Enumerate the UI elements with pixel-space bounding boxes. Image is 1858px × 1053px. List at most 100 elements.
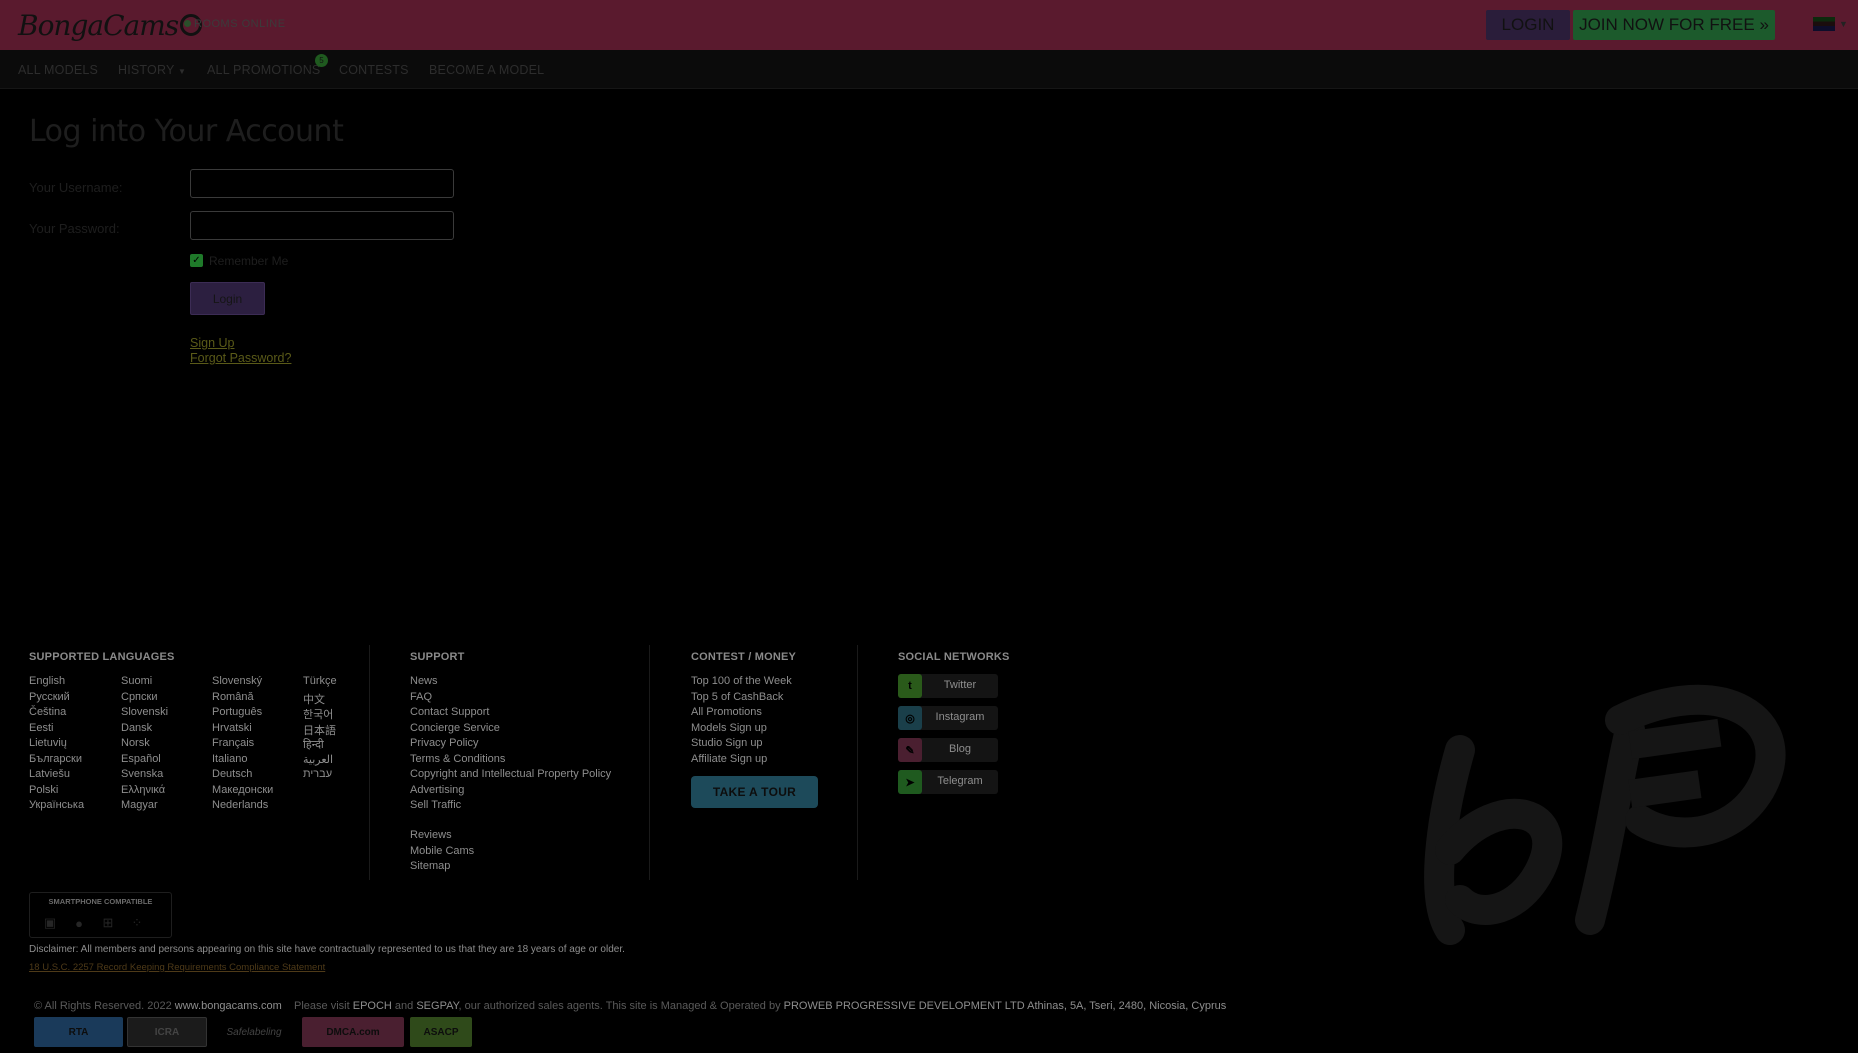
language-link[interactable]: Русский — [29, 691, 70, 703]
language-link[interactable]: Svenska — [121, 768, 163, 780]
rta-badge[interactable]: RTA — [34, 1017, 123, 1047]
dmca-badge[interactable]: DMCA.com — [302, 1017, 404, 1047]
language-link[interactable]: Slovenský — [212, 675, 262, 687]
contest-link[interactable]: Top 5 of CashBack — [691, 691, 783, 703]
blackberry-icon: ⁘ — [131, 915, 143, 930]
agents-text: , our authorized sales agents. This site… — [458, 1000, 781, 1012]
support-link[interactable]: Concierge Service — [410, 722, 500, 734]
password-label: Your Password: — [29, 221, 120, 236]
password-input[interactable] — [190, 211, 454, 240]
language-link[interactable]: Slovenski — [121, 706, 168, 718]
language-link[interactable]: Српски — [121, 691, 157, 703]
support-link[interactable]: Mobile Cams — [410, 845, 474, 857]
support-link[interactable]: Terms & Conditions — [410, 753, 505, 765]
language-link[interactable]: Lietuvių — [29, 737, 67, 749]
support-link[interactable]: Reviews — [410, 829, 452, 841]
username-input[interactable] — [190, 169, 454, 198]
language-link[interactable]: Čeština — [29, 706, 66, 718]
icra-badge[interactable]: ICRA — [127, 1017, 207, 1047]
support-link[interactable]: Contact Support — [410, 706, 490, 718]
nav-all-models[interactable]: ALL MODELS — [18, 63, 98, 77]
promotions-count-badge: 5 — [315, 54, 328, 67]
nav-history-label: HISTORY — [118, 63, 175, 77]
rooms-online-label: ROOMS ONLINE — [194, 18, 286, 30]
language-link[interactable]: Türkçe — [303, 675, 337, 687]
social-label: Blog — [948, 743, 972, 755]
social-instagram-button[interactable]: ◎ Instagram — [898, 706, 998, 730]
domain-link[interactable]: www.bongacams.com — [175, 1000, 282, 1012]
compliance-link[interactable]: 18 U.S.C. 2257 Record Keeping Requiremen… — [29, 962, 325, 973]
language-link[interactable]: Eesti — [29, 722, 53, 734]
language-link[interactable]: Suomi — [121, 675, 152, 687]
age-disclaimer: Disclaimer: All members and persons appe… — [29, 944, 625, 955]
social-telegram-button[interactable]: ➤ Telegram — [898, 770, 998, 794]
language-link[interactable]: 中文 — [303, 691, 325, 707]
contest-link[interactable]: All Promotions — [691, 706, 762, 718]
language-link[interactable]: Deutsch — [212, 768, 252, 780]
contest-link[interactable]: Top 100 of the Week — [691, 675, 792, 687]
language-link[interactable]: Română — [212, 691, 254, 703]
language-link[interactable]: हिन्दी — [303, 737, 324, 752]
remember-me-label[interactable]: Remember Me — [209, 254, 288, 268]
nav-become-model[interactable]: BECOME A MODEL — [429, 63, 544, 77]
language-link[interactable]: 日本語 — [303, 722, 336, 738]
support-link[interactable]: Sitemap — [410, 860, 450, 872]
language-link[interactable]: Dansk — [121, 722, 152, 734]
remember-me-checkbox[interactable]: ✓ — [190, 254, 203, 267]
support-link[interactable]: Copyright and Intellectual Property Poli… — [410, 768, 611, 780]
language-link[interactable]: Español — [121, 753, 161, 765]
language-link[interactable]: Македонски — [212, 784, 273, 796]
language-link[interactable]: Magyar — [121, 799, 158, 811]
language-link[interactable]: Polski — [29, 784, 58, 796]
divider — [857, 645, 858, 880]
language-link[interactable]: 한국어 — [303, 706, 333, 722]
site-logo[interactable]: BongaCams — [18, 7, 203, 43]
contest-link[interactable]: Affiliate Sign up — [691, 753, 767, 765]
chevron-down-icon: ▼ — [177, 67, 187, 76]
login-submit-button[interactable]: Login — [190, 282, 265, 315]
social-blog-button[interactable]: ✎ Blog — [898, 738, 998, 762]
divider — [369, 645, 370, 880]
nav-history[interactable]: HISTORY ▼ — [118, 63, 186, 77]
language-link[interactable]: Українська — [29, 799, 84, 811]
social-label: Twitter — [943, 679, 977, 691]
language-link[interactable]: English — [29, 675, 65, 687]
language-link[interactable]: Norsk — [121, 737, 150, 749]
safelabeling-badge[interactable]: Safelabeling — [212, 1017, 296, 1047]
main-nav: ALL MODELS HISTORY ▼ ALL PROMOTIONS CONT… — [0, 50, 1858, 89]
language-link[interactable]: Nederlands — [212, 799, 268, 811]
language-flag-icon[interactable] — [1813, 17, 1835, 31]
language-link[interactable]: Hrvatski — [212, 722, 252, 734]
support-link[interactable]: Advertising — [410, 784, 464, 796]
segpay-link[interactable]: SEGPAY — [416, 1000, 458, 1012]
header-login-button[interactable]: LOGIN — [1486, 10, 1570, 40]
asacp-badge[interactable]: ASACP — [410, 1017, 472, 1047]
copyright-prefix: © All Rights Reserved. 2022 — [34, 1000, 172, 1012]
support-link[interactable]: FAQ — [410, 691, 432, 703]
contest-link[interactable]: Models Sign up — [691, 722, 767, 734]
language-link[interactable]: Ελληνικά — [121, 784, 165, 796]
forgot-password-link[interactable]: Forgot Password? — [190, 351, 291, 365]
language-link[interactable]: Български — [29, 753, 82, 765]
support-heading: SUPPORT — [410, 651, 465, 663]
android-icon: ▣ — [43, 915, 57, 930]
contest-link[interactable]: Studio Sign up — [691, 737, 763, 749]
language-link[interactable]: עברית — [303, 768, 332, 780]
language-link[interactable]: العربية — [303, 753, 333, 766]
language-link[interactable]: Français — [212, 737, 254, 749]
epoch-link[interactable]: EPOCH — [353, 1000, 392, 1012]
nav-all-promotions[interactable]: ALL PROMOTIONS — [207, 63, 320, 77]
social-heading: SOCIAL NETWORKS — [898, 651, 1010, 663]
join-now-button[interactable]: JOIN NOW FOR FREE » — [1573, 10, 1775, 40]
chevron-down-icon[interactable]: ▼ — [1839, 19, 1848, 29]
support-link[interactable]: Privacy Policy — [410, 737, 478, 749]
social-twitter-button[interactable]: t Twitter — [898, 674, 998, 698]
support-link[interactable]: News — [410, 675, 438, 687]
take-a-tour-button[interactable]: TAKE A TOUR — [691, 776, 818, 808]
language-link[interactable]: Português — [212, 706, 262, 718]
sign-up-link[interactable]: Sign Up — [190, 336, 234, 350]
nav-contests[interactable]: CONTESTS — [339, 63, 409, 77]
language-link[interactable]: Italiano — [212, 753, 247, 765]
language-link[interactable]: Latviešu — [29, 768, 70, 780]
support-link[interactable]: Sell Traffic — [410, 799, 461, 811]
